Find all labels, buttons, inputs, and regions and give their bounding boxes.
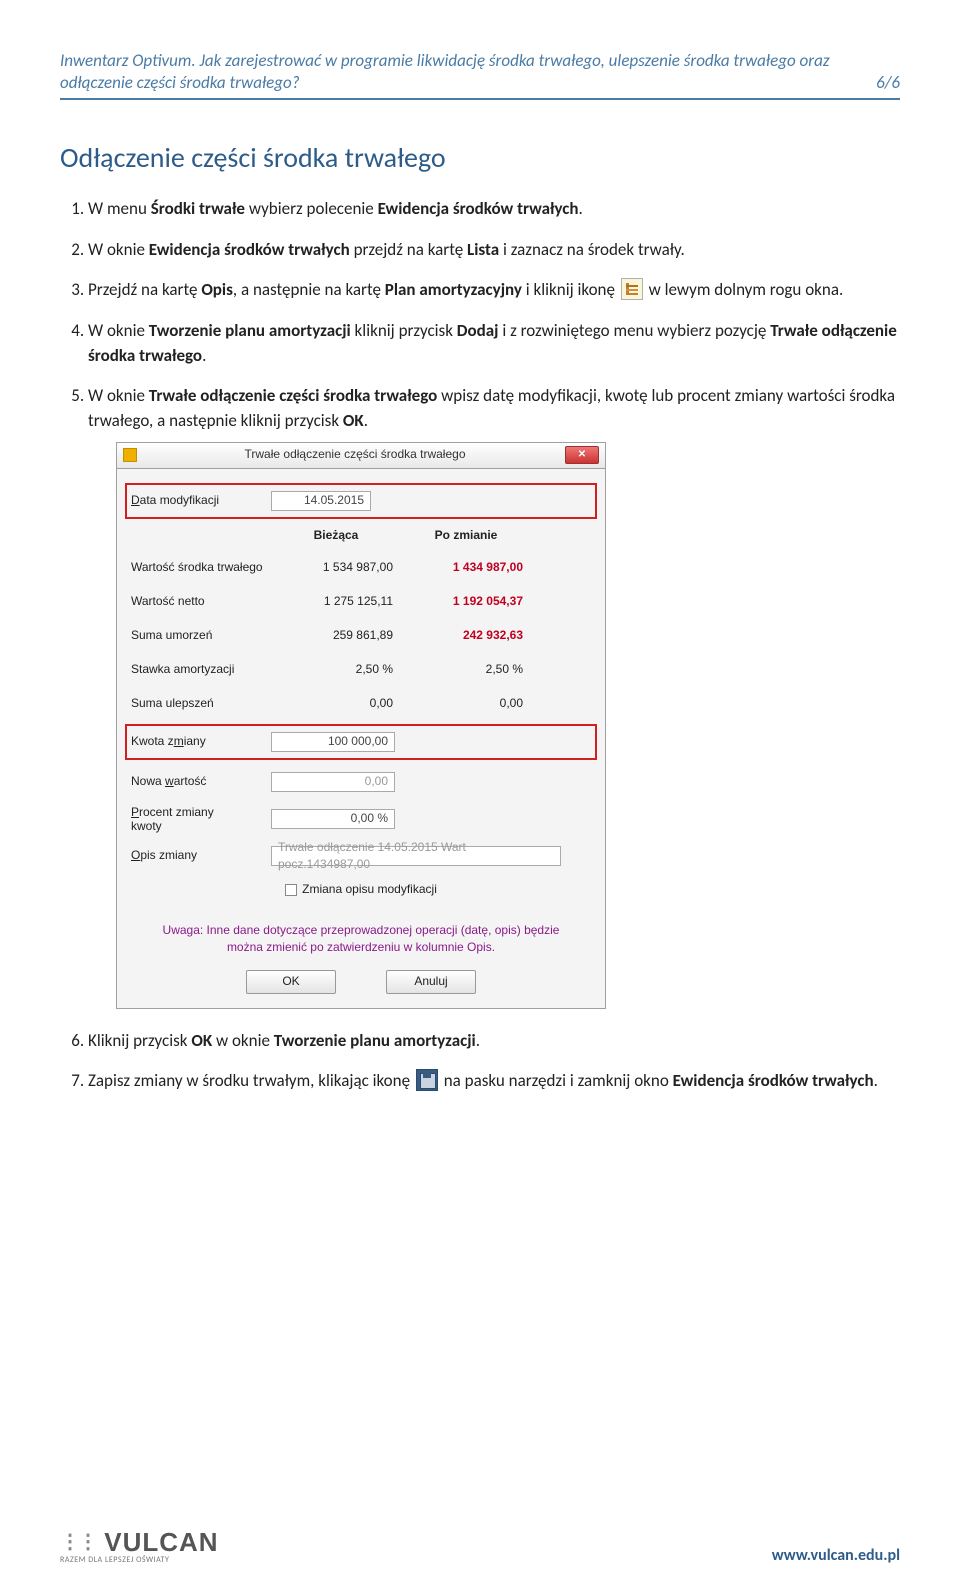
logo-text: VULCAN [104,1527,218,1557]
step-2: W oknie Ewidencja środków trwałych przej… [88,238,900,263]
row-label: Suma ulepszeń [131,695,271,712]
kwota-label: Kwota zmiany [131,733,271,750]
nowa-label: Nowa wartość [131,773,271,790]
value-current: 1 534 987,00 [271,559,401,576]
value-current: 0,00 [271,695,401,712]
site-url: www.vulcan.edu.pl [772,1546,900,1565]
value-current: 2,50 % [271,661,401,678]
table-row: Stawka amortyzacji2,50 %2,50 % [131,656,591,684]
page-header: Inwentarz Optivum. Jak zarejestrować w p… [60,50,900,100]
checkbox-label: Zmiana opisu modyfikacji [302,881,437,898]
step-6: Kliknij przycisk OK w oknie Tworzenie pl… [88,1029,900,1054]
step-3: Przejdź na kartę Opis, a następnie na ka… [88,278,900,303]
col-after: Po zmianie [401,527,531,544]
date-input[interactable]: 14.05.2015 [271,491,371,511]
value-current: 1 275 125,11 [271,593,401,610]
dialog-note: Uwaga: Inne dane dotyczące przeprowadzon… [151,922,571,956]
checkbox-row: Zmiana opisu modyfikacji [131,876,591,904]
dialog-body: Data modyfikacji 14.05.2015 Bieżąca Po z… [116,468,606,1009]
checkbox[interactable] [285,884,297,896]
steps-list: W menu Środki trwałe wybierz polecenie E… [60,197,900,1094]
value-after: 2,50 % [401,661,531,678]
close-icon[interactable]: ✕ [565,446,599,464]
table-row: Suma umorzeń259 861,89242 932,63 [131,622,591,650]
date-row-highlight: Data modyfikacji 14.05.2015 [125,483,597,519]
nowa-row: Nowa wartość 0,00 [131,768,591,796]
value-after: 0,00 [401,695,531,712]
page-footer: ⋮⋮ VULCAN RAZEM DLA LEPSZEJ OŚWIATY www.… [60,1527,900,1565]
value-after: 242 932,63 [401,627,531,644]
step-1: W menu Środki trwałe wybierz polecenie E… [88,197,900,222]
app-icon [123,448,137,462]
chart-icon [621,278,643,300]
value-current: 259 861,89 [271,627,401,644]
date-label: Data modyfikacji [131,492,271,509]
row-label: Stawka amortyzacji [131,661,271,678]
step-7: Zapisz zmiany w środku trwałym, klikając… [88,1069,900,1094]
col-current: Bieżąca [271,527,401,544]
dialog-titlebar: Trwałe odłączenie części środka trwałego… [116,442,606,468]
procent-label: Procent zmianykwoty [131,805,271,834]
table-row: Suma ulepszeń0,000,00 [131,690,591,718]
step-4: W oknie Tworzenie planu amortyzacji klik… [88,319,900,368]
procent-input[interactable]: 0,00 % [271,809,395,829]
table-row: Wartość netto1 275 125,111 192 054,37 [131,588,591,616]
opis-label: Opis zmiany [131,847,271,864]
opis-row: Opis zmiany Trwałe odłączenie 14.05.2015… [131,842,591,870]
row-label: Wartość środka trwałego [131,559,271,576]
section-title: Odłączenie części środka trwałego [60,140,900,175]
columns-header: Bieżąca Po zmianie [131,527,591,544]
dialog-title: Trwałe odłączenie części środka trwałego [145,446,565,463]
kwota-input[interactable]: 100 000,00 [271,732,395,752]
dialog-buttons: OK Anuluj [131,970,591,994]
dialog-screenshot: Trwałe odłączenie części środka trwałego… [116,442,606,1009]
ok-button[interactable]: OK [246,970,336,994]
value-after: 1 192 054,37 [401,593,531,610]
value-after: 1 434 987,00 [401,559,531,576]
row-label: Wartość netto [131,593,271,610]
kwota-row-highlight: Kwota zmiany 100 000,00 [125,724,597,760]
step-5: W oknie Trwałe odłączenie części środka … [88,384,900,1008]
value-rows: Wartość środka trwałego1 534 987,001 434… [131,554,591,718]
cancel-button[interactable]: Anuluj [386,970,476,994]
table-row: Wartość środka trwałego1 534 987,001 434… [131,554,591,582]
page-number: 6/6 [856,72,900,94]
opis-input[interactable]: Trwałe odłączenie 14.05.2015 Wart pocz.1… [271,846,561,866]
logo-subtitle: RAZEM DLA LEPSZEJ OŚWIATY [60,1555,219,1565]
procent-row: Procent zmianykwoty 0,00 % [131,802,591,836]
row-label: Suma umorzeń [131,627,271,644]
logo: ⋮⋮ VULCAN RAZEM DLA LEPSZEJ OŚWIATY [60,1527,219,1565]
nowa-input[interactable]: 0,00 [271,772,395,792]
header-title: Inwentarz Optivum. Jak zarejestrować w p… [60,50,856,94]
save-icon [416,1069,438,1091]
